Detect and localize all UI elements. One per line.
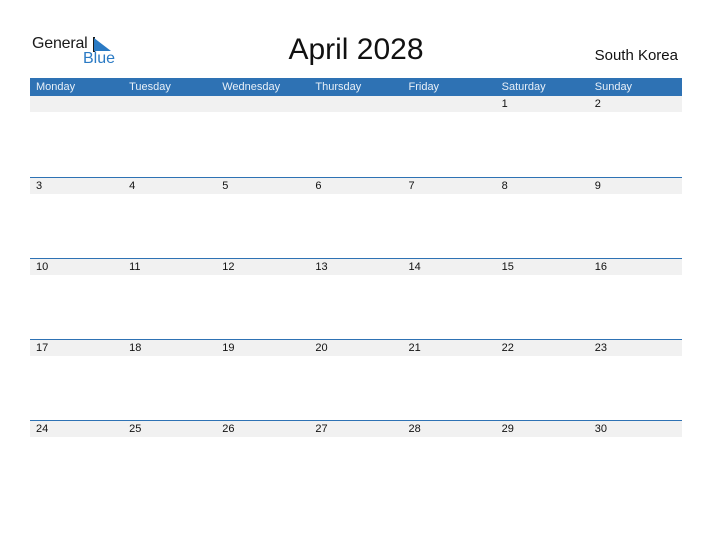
week-row: 24 25 26 27 28 29 30: [30, 420, 682, 501]
weekday-friday: Friday: [408, 81, 440, 93]
week-row: 17 18 19 20 21 22 23: [30, 339, 682, 420]
day-cell: 11: [129, 261, 141, 273]
day-number-strip: 17 18 19 20 21 22 23: [30, 340, 682, 356]
country-label: South Korea: [594, 47, 678, 64]
weekday-thursday: Thursday: [315, 81, 362, 93]
day-cell: 4: [129, 180, 136, 192]
day-cell: [216, 96, 309, 112]
day-cell: 1: [501, 98, 508, 110]
day-cell: 22: [501, 342, 514, 354]
day-number-strip: 10 11 12 13 14 15 16: [30, 259, 682, 275]
day-cell: [30, 96, 123, 112]
day-cell: 17: [36, 342, 49, 354]
day-number-strip: 24 25 26 27 28 29 30: [30, 421, 682, 437]
day-number-strip: 12: [30, 96, 682, 112]
day-cell: 27: [315, 423, 328, 435]
day-cell: 13: [315, 261, 328, 273]
weekday-saturday: Saturday: [501, 81, 546, 93]
day-cell: 30: [594, 423, 607, 435]
day-cell: 23: [594, 342, 607, 354]
day-number-strip: 3 4 5 6 7 8 9: [30, 178, 682, 194]
day-cell: 26: [222, 423, 235, 435]
day-cell: 28: [408, 423, 421, 435]
day-cell: 2: [594, 98, 601, 110]
week-row: 12: [30, 96, 682, 177]
day-cell: 21: [408, 342, 421, 354]
week-row: 3 4 5 6 7 8 9: [30, 177, 682, 258]
day-cell: 16: [594, 261, 607, 273]
day-cell: 20: [315, 342, 328, 354]
day-cell: 25: [129, 423, 142, 435]
weekday-header: Monday Tuesday Wednesday Thursday Friday…: [30, 78, 682, 96]
day-cell: 6: [315, 180, 322, 192]
day-cell: 12: [222, 261, 235, 273]
day-cell: 14: [408, 261, 421, 273]
day-cell: [309, 96, 402, 112]
day-cell: 29: [501, 423, 514, 435]
weekday-sunday: Sunday: [594, 81, 633, 93]
day-cell: 18: [129, 342, 142, 354]
day-cell: 15: [501, 261, 514, 273]
day-cell: [403, 96, 496, 112]
day-cell: 19: [222, 342, 235, 354]
weekday-monday: Monday: [36, 81, 76, 93]
weekday-tuesday: Tuesday: [129, 81, 171, 93]
day-cell: 8: [501, 180, 508, 192]
day-cell: 24: [36, 423, 49, 435]
day-cell: [123, 96, 216, 112]
day-cell: 5: [222, 180, 229, 192]
day-cell: 10: [36, 261, 49, 273]
week-row: 10 11 12 13 14 15 16: [30, 258, 682, 339]
day-cell: 9: [594, 180, 601, 192]
day-cell: 3: [36, 180, 43, 192]
weekday-wednesday: Wednesday: [222, 81, 281, 93]
day-cell: 7: [408, 180, 415, 192]
